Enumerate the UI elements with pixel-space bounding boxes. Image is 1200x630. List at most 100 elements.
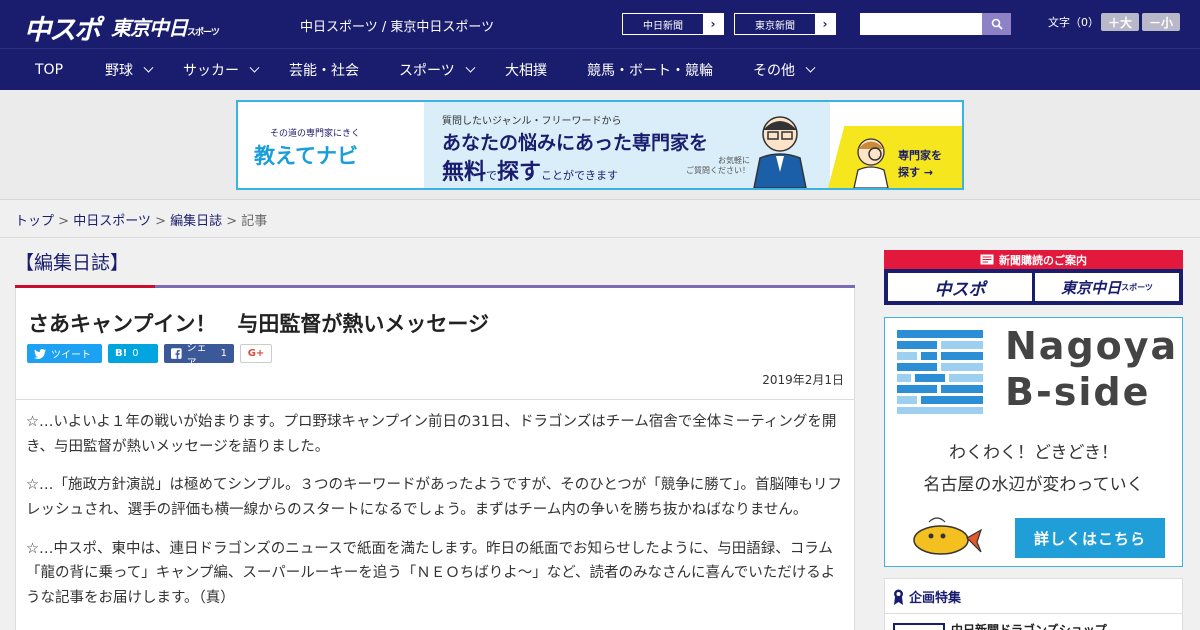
subscription-head: 新聞購読のご案内 xyxy=(884,250,1183,269)
tweet-button[interactable]: ツイート xyxy=(27,344,102,363)
nav-item-racing[interactable]: 競馬・ボート・競輪 xyxy=(587,49,713,91)
nav-item-sports[interactable]: スポーツ xyxy=(399,49,476,91)
hatena-bookmark-button[interactable]: B! 0 xyxy=(108,344,158,363)
breadcrumb-top[interactable]: トップ xyxy=(15,214,54,229)
nav-item-top[interactable]: TOP xyxy=(35,49,63,91)
font-smaller-button[interactable]: －小 xyxy=(1142,13,1180,31)
breadcrumb-editorial-diary[interactable]: 編集日誌 xyxy=(170,214,222,229)
share-buttons: ツイート B! 0 シェア 1 G+ xyxy=(27,343,272,369)
ad-brand: その道の専門家にきく 教えてナビ xyxy=(238,102,424,188)
chunichi-shimbun-button[interactable]: 中日新聞 › xyxy=(622,13,724,35)
breadcrumb-chunichi-sports[interactable]: 中日スポーツ xyxy=(73,214,151,229)
article-body: ☆…いよいよ１年の戦いが始まります。プロ野球キャンプイン前日の31日、ドラゴンズ… xyxy=(15,399,855,630)
subscription-box: 新聞購読のご案内 中スポ 東京中日 スポーツ xyxy=(884,250,1183,305)
newspaper-icon xyxy=(980,254,994,265)
subscribe-tokyo-label: 東京中日 xyxy=(1061,278,1122,297)
feature-head: 企画特集 xyxy=(893,587,961,606)
nav-label: 大相撲 xyxy=(505,63,547,79)
feature-item-dragons-shop[interactable]: 中日新聞ドラゴンズショップ xyxy=(951,621,1107,630)
chevron-down-icon xyxy=(805,62,816,73)
subscribe-tokyo-button[interactable]: 東京中日 スポーツ xyxy=(1035,273,1179,301)
tokyo-shimbun-label: 東京新聞 xyxy=(755,20,795,32)
feature-thumbnail[interactable] xyxy=(893,623,945,630)
nagoya-tagline2: 名古屋の水辺が変わっていく xyxy=(923,475,1144,495)
nagoya-title1: Nagoya xyxy=(1005,324,1179,368)
nagoya-bside-banner[interactable]: Nagoya B-side わくわく！どきどき！ 名古屋の水辺が変わっていく 詳し… xyxy=(884,317,1183,567)
search-button[interactable] xyxy=(982,13,1011,35)
ebi-fry-mascot-icon xyxy=(913,517,983,555)
breadcrumb-sep: > xyxy=(222,214,242,229)
ad-line1: 質問したいジャンル・フリーワードから xyxy=(442,116,622,127)
section-title: 【編集日誌】 xyxy=(15,252,130,274)
chuspo-logo[interactable]: 中スポ xyxy=(24,8,101,47)
hatena-icon: B! xyxy=(115,348,128,359)
article-paragraph: ☆…いよいよ１年の戦いが始まります。プロ野球キャンプイン前日の31日、ドラゴンズ… xyxy=(26,414,837,455)
article-header: さあキャンプイン！ 与田監督が熱いメッセージ ツイート B! 0 シェア 1 G… xyxy=(15,288,855,400)
top-header: 中スポ 東京中日スポーツ 中日スポーツ / 東京中日スポーツ 中日新聞 › 東京… xyxy=(0,0,1200,48)
ad-note1: お気軽に xyxy=(718,156,750,165)
ad-line3a: 無料 xyxy=(442,160,487,185)
feature-box: 企画特集 中日新聞ドラゴンズショップ xyxy=(884,578,1183,630)
tokyo-chunichi-logo[interactable]: 東京中日スポーツ xyxy=(111,12,220,41)
breadcrumb-sep: > xyxy=(150,214,171,229)
nagoya-details-button[interactable]: 詳しくはこちら xyxy=(1015,518,1165,558)
chevron-right-icon: › xyxy=(703,14,723,34)
breadcrumb-current: 記事 xyxy=(241,214,268,229)
ad-cta2: 探す → xyxy=(898,165,934,179)
tokyo-logo-small: スポーツ xyxy=(187,28,220,38)
ad-cta-text: 専門家を探す → xyxy=(898,148,942,181)
ad-area: その道の専門家にきく 教えてナビ 質問したいジャンル・フリーワードから あなたの… xyxy=(0,90,1200,200)
facebook-icon xyxy=(171,348,182,359)
ad-cta1: 専門家を xyxy=(898,149,942,162)
article-paragraph: ☆…「施政方針演説」は極めてシンプル。３つのキーワードがあったようですが、そのひ… xyxy=(26,477,843,518)
nav-item-baseball[interactable]: 野球 xyxy=(105,49,154,91)
font-size-label: 文字（0） xyxy=(1048,16,1099,29)
nav-label: 競馬・ボート・競輪 xyxy=(587,63,713,79)
nav-label: その他 xyxy=(753,63,795,79)
subscribe-chuspo-button[interactable]: 中スポ xyxy=(888,273,1032,301)
nav-label: TOP xyxy=(35,62,64,78)
nav-item-sumo[interactable]: 大相撲 xyxy=(505,49,547,91)
subscribe-tokyo-small: スポーツ xyxy=(1121,282,1153,292)
ad-line3d: ことができます xyxy=(541,169,619,182)
chunichi-shimbun-label: 中日新聞 xyxy=(643,20,683,32)
article-title: さあキャンプイン！ 与田監督が熱いメッセージ xyxy=(28,312,489,336)
nav-item-other[interactable]: その他 xyxy=(753,49,816,91)
nav-label: サッカー xyxy=(183,63,239,79)
person-illustration xyxy=(853,138,889,188)
article-paragraph: ☆…中スポ、東中は、連日ドラゴンズのニュースで紙面を満たします。昨日の紙面でお知… xyxy=(26,540,836,606)
nagoya-brick-logo xyxy=(897,330,983,414)
search-input[interactable] xyxy=(860,13,982,35)
facebook-share-label: シェア xyxy=(186,342,207,369)
tokyo-logo-text: 東京中日 xyxy=(111,16,188,40)
search-icon xyxy=(991,18,1003,30)
ad-copy: 質問したいジャンル・フリーワードから あなたの悩みにあった専門家を 無料で探すこ… xyxy=(424,102,830,188)
subscription-head-text: 新聞購読のご案内 xyxy=(999,253,1087,267)
ad-brand-main: 教えてナビ xyxy=(254,144,358,168)
tweet-label: ツイート xyxy=(51,350,91,361)
font-bigger-button[interactable]: ＋大 xyxy=(1101,13,1139,31)
article-date: 2019年2月1日 xyxy=(762,373,844,387)
ad-line3c: 探す xyxy=(497,160,542,185)
feature-divider xyxy=(885,613,1182,614)
facebook-share-button[interactable]: シェア 1 xyxy=(164,343,234,369)
google-plus-button[interactable]: G+ xyxy=(240,344,272,363)
hatena-count: 0 xyxy=(132,348,139,359)
ad-cta[interactable]: 専門家を探す → xyxy=(828,126,962,188)
ad-brand-sub: その道の専門家にきく xyxy=(270,129,361,139)
nagoya-title: Nagoya B-side xyxy=(1005,324,1178,415)
nagoya-tagline1: わくわく！どきどき！ xyxy=(949,443,1118,463)
nav-label: 芸能・社会 xyxy=(289,63,359,79)
nav-item-soccer[interactable]: サッカー xyxy=(183,49,260,91)
oshiete-navi-ad[interactable]: その道の専門家にきく 教えてナビ 質問したいジャンル・フリーワードから あなたの… xyxy=(236,100,964,190)
ad-line2: あなたの悩みにあった専門家を xyxy=(442,132,709,154)
ribbon-icon xyxy=(894,589,903,605)
ad-note: お気軽に ご質問ください！ xyxy=(686,156,750,177)
nav-label: スポーツ xyxy=(399,63,455,79)
chevron-right-icon: › xyxy=(815,14,835,34)
tokyo-shimbun-button[interactable]: 東京新聞 › xyxy=(734,13,836,35)
breadcrumb-sep: > xyxy=(54,214,74,229)
feature-head-text: 企画特集 xyxy=(909,591,962,606)
nav-item-entertainment[interactable]: 芸能・社会 xyxy=(289,49,359,91)
chevron-down-icon xyxy=(143,62,154,73)
